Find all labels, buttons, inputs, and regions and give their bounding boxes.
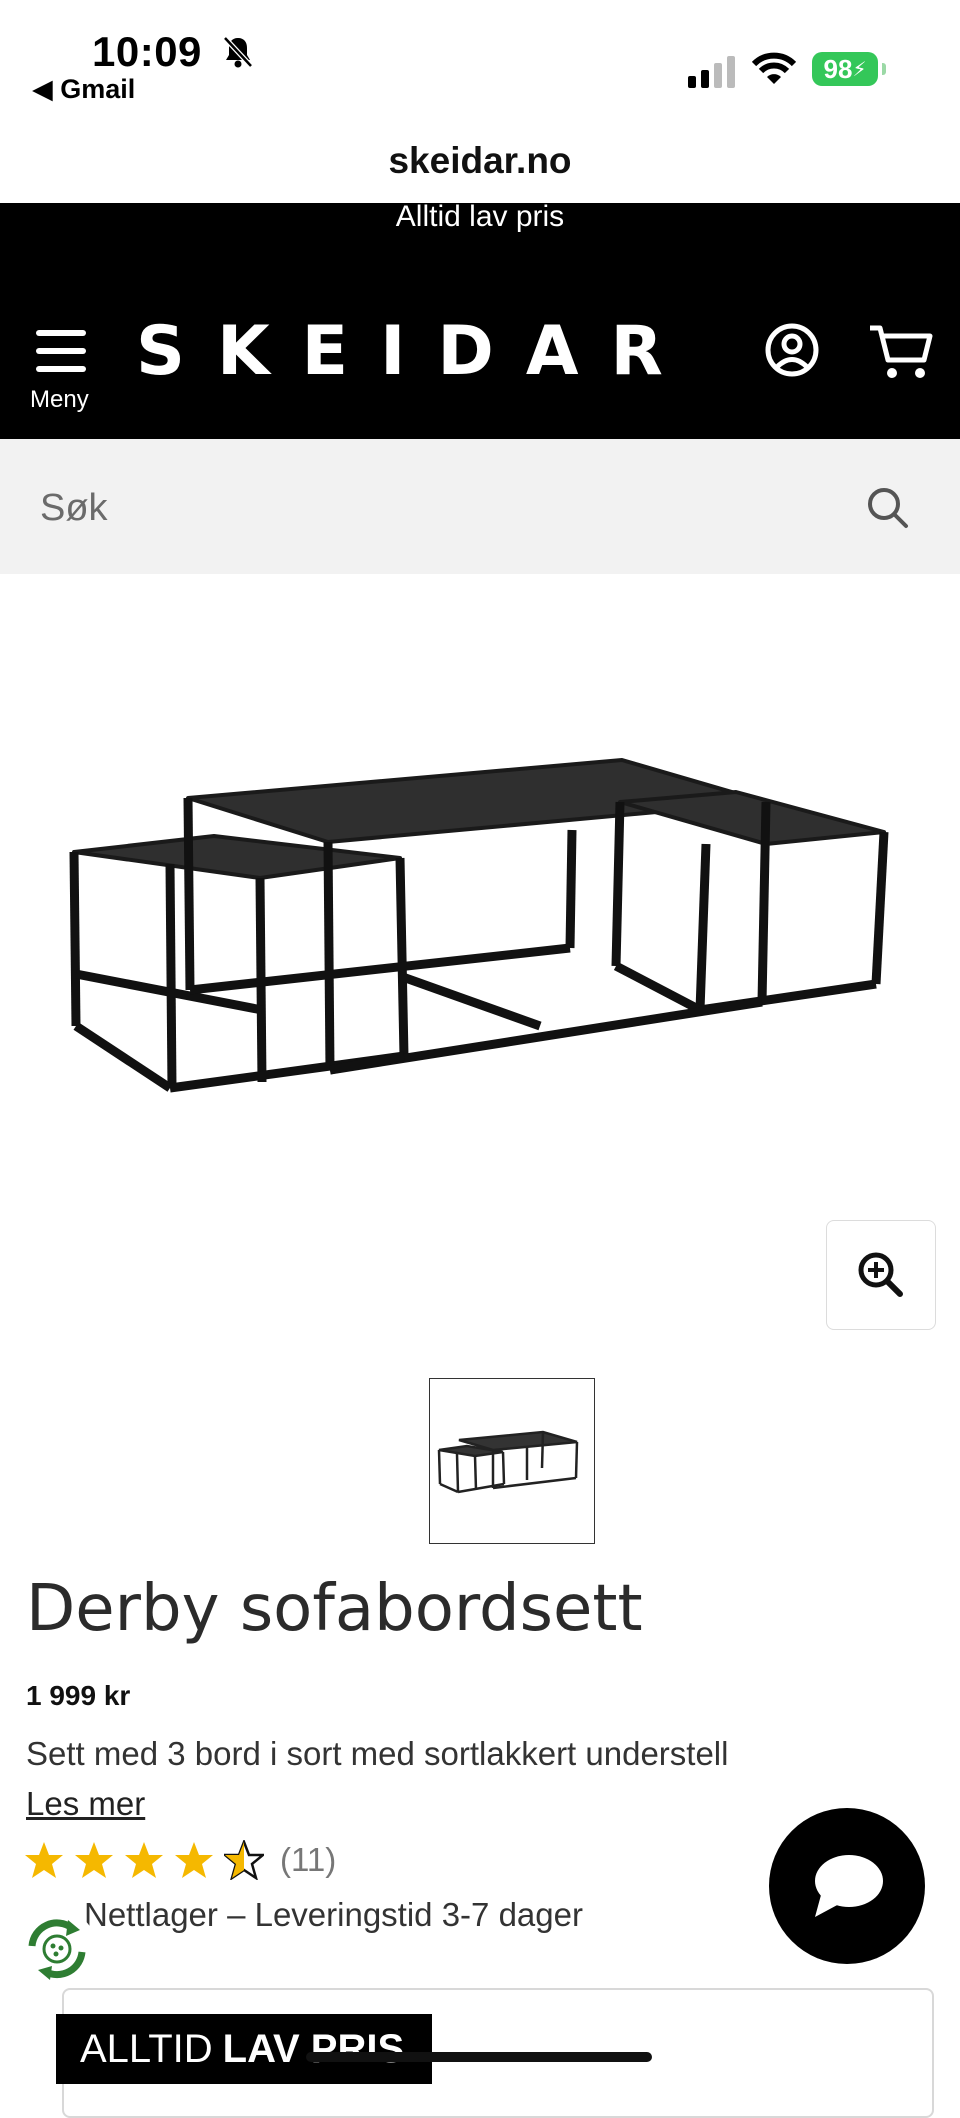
menu-button[interactable]: Meny <box>26 326 96 416</box>
signal-icon <box>688 56 735 88</box>
product-rating[interactable]: (11) <box>24 1840 336 1880</box>
star-icon <box>125 1842 163 1878</box>
search-input[interactable] <box>40 483 840 533</box>
product-thumbnail[interactable] <box>429 1378 595 1544</box>
address-bar-url[interactable]: skeidar.no <box>0 140 960 182</box>
menu-label: Meny <box>30 386 89 413</box>
zoom-button[interactable] <box>826 1220 936 1330</box>
thumbnail-image <box>437 1430 579 1494</box>
back-to-gmail-link[interactable]: ◀ Gmail <box>32 74 135 105</box>
chat-icon <box>815 1855 883 1917</box>
battery-icon: 98 ⚡ <box>812 52 886 86</box>
status-time: 10:09 <box>92 28 202 75</box>
star-icon <box>25 1842 63 1878</box>
tag-regular-text: ALLTID <box>80 2026 213 2071</box>
cart-icon[interactable] <box>868 322 934 382</box>
promo-banner[interactable]: Alltid lav pris <box>0 200 960 234</box>
wifi-icon <box>752 52 796 84</box>
star-icon <box>175 1842 213 1878</box>
skeidar-logo[interactable]: SKEIDAR <box>136 312 695 391</box>
product-price: 1 999 kr <box>26 1680 131 1711</box>
read-more-link[interactable]: Les mer <box>26 1785 145 1823</box>
recycle-icon[interactable] <box>16 1908 98 1990</box>
stock-status: Nettlager – Leveringstid 3-7 dager <box>84 1896 583 1933</box>
half-star-icon <box>224 1840 264 1880</box>
zoom-in-icon <box>858 1252 903 1297</box>
product-description: Sett med 3 bord i sort med sortlakkert u… <box>26 1735 729 1772</box>
account-icon[interactable] <box>764 322 820 378</box>
tag-bold-text: LAV PRIS <box>222 2026 405 2071</box>
home-indicator[interactable] <box>306 2052 652 2062</box>
product-image[interactable] <box>60 740 900 1110</box>
chat-button[interactable] <box>769 1808 925 1964</box>
product-title: Derby sofabordsett <box>26 1572 643 1646</box>
search-icon[interactable] <box>866 486 910 530</box>
battery-level: 98 <box>823 53 853 84</box>
bell-slash-icon <box>223 36 253 68</box>
search-bar <box>0 439 960 574</box>
alltid-lav-pris-tag: ALLTID LAV PRIS <box>56 2014 432 2084</box>
star-icon <box>75 1842 113 1878</box>
rating-count[interactable]: (11) <box>280 1841 336 1879</box>
